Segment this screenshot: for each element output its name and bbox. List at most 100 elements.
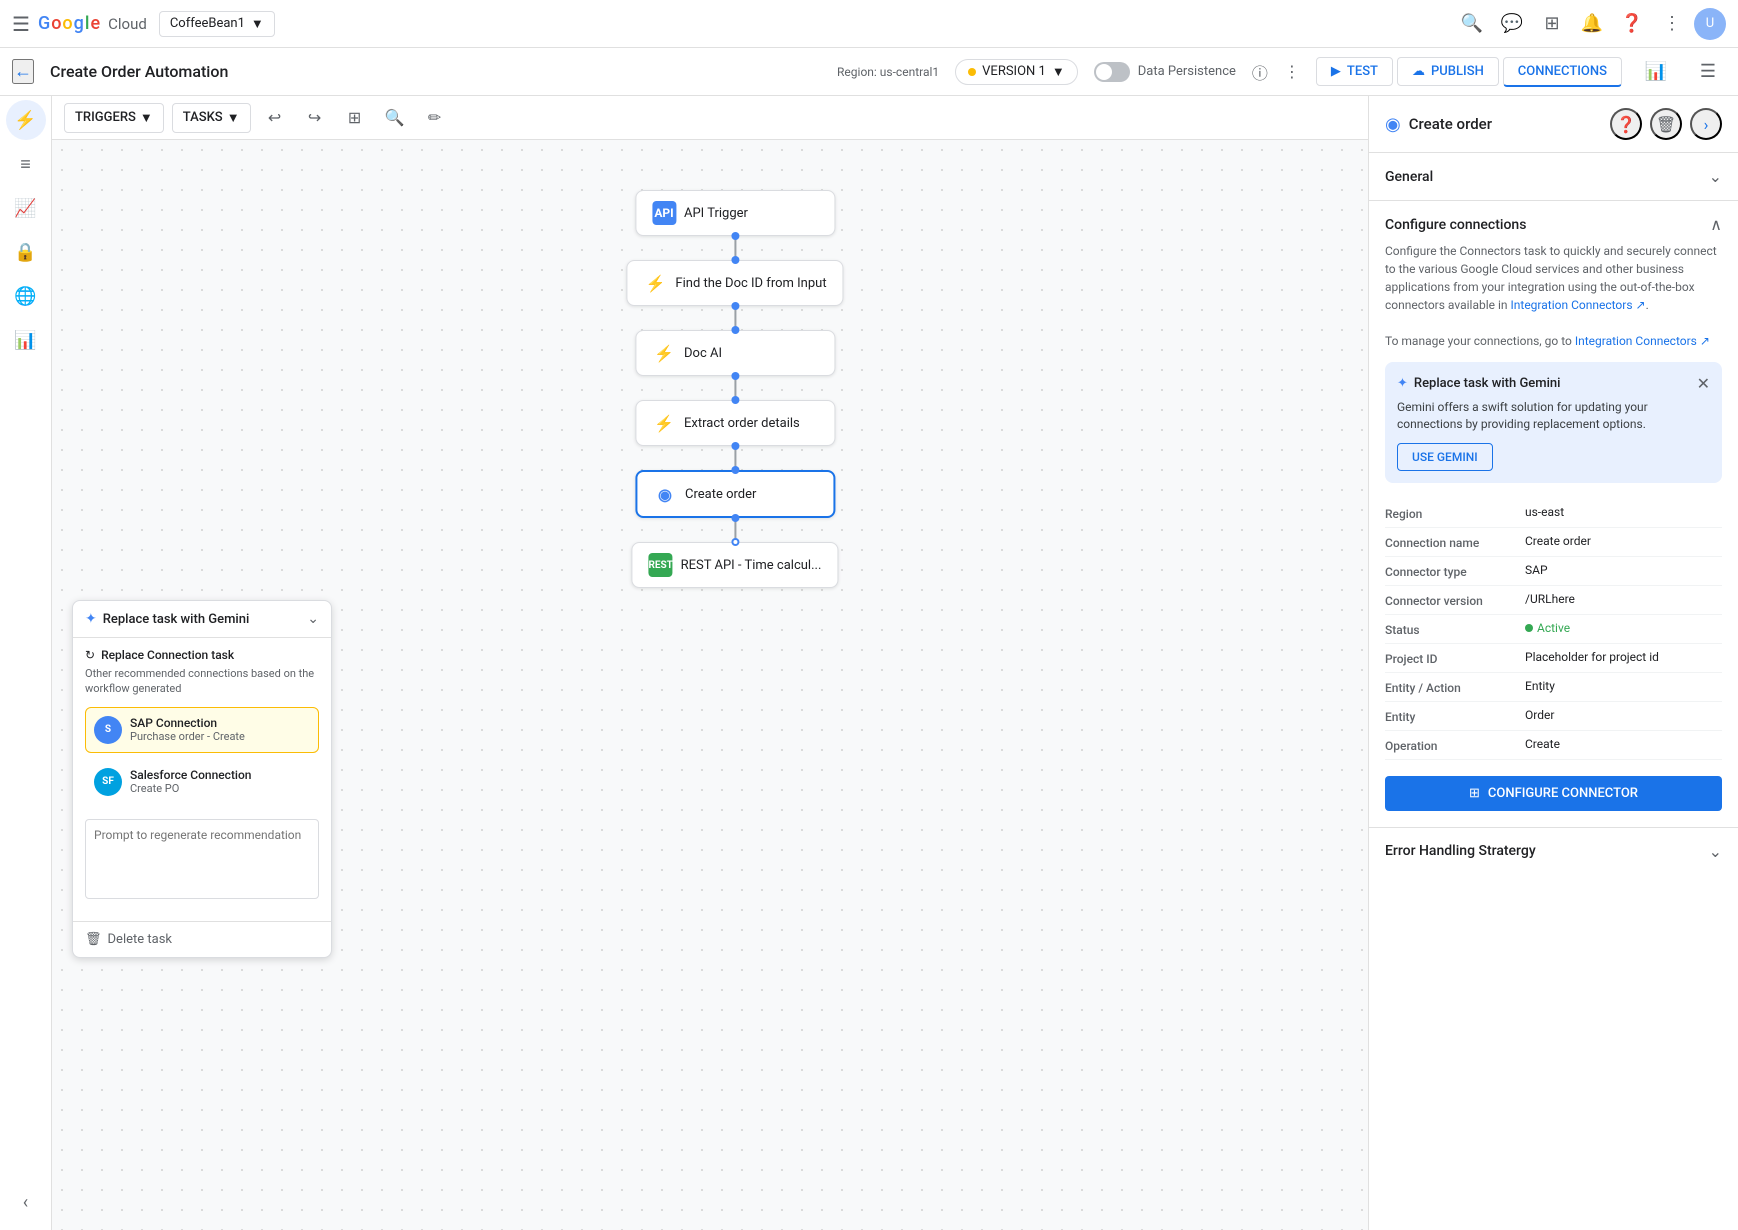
spark-icon-3: ⚡ (652, 411, 676, 435)
gemini-suggest-header: ✦ Replace task with Gemini ✕ (1397, 374, 1710, 393)
draw-button[interactable]: ✏ (419, 102, 451, 134)
sidebar-icon-analytics[interactable]: 📈 (6, 188, 46, 228)
rest-icon: REST (649, 553, 673, 577)
salesforce-icon: SF (94, 768, 122, 796)
sf-conn-name: Salesforce Connection (130, 768, 251, 782)
gemini-suggest-close-button[interactable]: ✕ (1697, 374, 1710, 393)
back-button[interactable]: ← (12, 59, 34, 84)
canvas: API API Trigger ⚡ Find the Doc ID from I… (52, 140, 1418, 1230)
info-icon[interactable]: ⓘ (1252, 60, 1268, 84)
node-extract-order[interactable]: ⚡ Extract order details (635, 400, 835, 446)
redo-button[interactable]: ↪ (299, 102, 331, 134)
field-value: SAP (1525, 563, 1722, 577)
sidebar-icon-variables[interactable]: 📊 (6, 320, 46, 360)
apps-button[interactable]: ⊞ (1534, 6, 1570, 42)
field-label: Status (1385, 621, 1525, 637)
test-button[interactable]: ▶ TEST (1316, 57, 1393, 86)
gemini-expand-icon[interactable]: ⌄ (307, 611, 319, 627)
connector-dot-3-top (731, 372, 739, 380)
panel-help-button[interactable]: ❓ (1610, 108, 1642, 140)
version-chevron: ▼ (1052, 64, 1065, 80)
more-options-button[interactable]: ⋮ (1654, 6, 1690, 42)
api-icon: API (652, 201, 676, 225)
panel-delete-button[interactable]: 🗑 (1650, 108, 1682, 140)
node-api-trigger[interactable]: API API Trigger (635, 190, 835, 236)
configure-chevron[interactable]: ∧ (1710, 215, 1722, 234)
field-label: Connection name (1385, 534, 1525, 550)
dropdown-icon: ▼ (251, 16, 264, 32)
sap-icon: S (94, 716, 122, 744)
triggers-button[interactable]: TRIGGERS ▼ (64, 103, 164, 133)
notifications-button[interactable]: 🔔 (1574, 6, 1610, 42)
toggle-switch[interactable] (1094, 62, 1130, 82)
node-find-doc[interactable]: ⚡ Find the Doc ID from Input (626, 260, 843, 306)
configure-section: Configure connections ∧ Configure the Co… (1369, 201, 1738, 827)
avatar[interactable]: U (1694, 8, 1726, 40)
general-section[interactable]: General ⌄ (1369, 153, 1738, 201)
sidebar-icon-list[interactable]: ≡ (6, 144, 46, 184)
spark-icon-1: ⚡ (643, 271, 667, 295)
gemini-suggest-icon: ✦ (1397, 376, 1408, 391)
version-label: VERSION 1 (982, 64, 1046, 79)
menu-icon[interactable]: ☰ (12, 12, 30, 36)
node-api-trigger-label: API Trigger (684, 206, 748, 221)
configure-connector-button[interactable]: ⊞ CONFIGURE CONNECTOR (1385, 776, 1722, 811)
field-row: Project IDPlaceholder for project id (1385, 644, 1722, 673)
connector-dot-top (731, 232, 739, 240)
panel-expand-button[interactable]: › (1690, 108, 1722, 140)
zoom-button[interactable]: 🔍 (379, 102, 411, 134)
sidebar-bottom: ‹ (6, 1182, 46, 1222)
connector-2 (734, 306, 736, 330)
help-button[interactable]: ❓ (1614, 6, 1650, 42)
topbar: ☰ Google Cloud CoffeeBean1 ▼ 🔍 💬 ⊞ 🔔 ❓ ⋮… (0, 0, 1738, 48)
node-doc-ai[interactable]: ⚡ Doc AI (635, 330, 835, 376)
tasks-button[interactable]: TASKS ▼ (172, 103, 251, 133)
prompt-textarea[interactable] (85, 819, 319, 899)
version-selector[interactable]: VERSION 1 ▼ (955, 59, 1078, 85)
field-value: Create order (1525, 534, 1722, 548)
list-button[interactable]: ☰ (1690, 54, 1726, 90)
project-selector[interactable]: CoffeeBean1 ▼ (159, 11, 275, 37)
right-panel: ◉ Create order ❓ 🗑 › General ⌄ Configure… (1368, 96, 1738, 1230)
layout-button[interactable]: ⊞ (339, 102, 371, 134)
google-logo: Google (38, 13, 100, 34)
feedback-button[interactable]: 💬 (1494, 6, 1530, 42)
salesforce-connection-option[interactable]: SF Salesforce Connection Create PO (85, 759, 319, 805)
workflow-container: API API Trigger ⚡ Find the Doc ID from I… (626, 190, 843, 588)
publish-icon: ☁ (1412, 64, 1425, 79)
sidebar-icon-security[interactable]: 🔒 (6, 232, 46, 272)
node-find-doc-label: Find the Doc ID from Input (675, 276, 826, 291)
delete-task-button[interactable]: 🗑 Delete task (73, 921, 331, 957)
error-section[interactable]: Error Handling Stratergy ⌄ (1369, 827, 1738, 875)
node-rest-api-label: REST API - Time calcul... (681, 558, 822, 573)
integration-connectors-link-2[interactable]: Integration Connectors ↗ (1575, 334, 1710, 348)
analytics-button[interactable]: 📊 (1638, 54, 1674, 90)
configure-section-title: Configure connections (1385, 217, 1526, 233)
node-rest-api[interactable]: REST REST API - Time calcul... (632, 542, 839, 588)
sidebar-icon-home[interactable]: ⚡ (6, 100, 46, 140)
sidebar-icon-expand[interactable]: ‹ (6, 1182, 46, 1222)
field-row: Connection nameCreate order (1385, 528, 1722, 557)
green-icon: ◉ (653, 482, 677, 506)
gemini-panel-header: ✦ Replace task with Gemini ⌄ (73, 601, 331, 638)
panel-gemini-icon: ◉ (1385, 114, 1401, 135)
undo-button[interactable]: ↩ (259, 102, 291, 134)
data-persistence-toggle: Data Persistence (1094, 62, 1236, 82)
sap-conn-info: SAP Connection Purchase order - Create (130, 716, 245, 743)
integration-connectors-link-1[interactable]: Integration Connectors ↗ (1511, 298, 1646, 312)
sap-connection-option[interactable]: S SAP Connection Purchase order - Create (85, 707, 319, 753)
connector-dot-4-top (731, 442, 739, 450)
app-logo: ☰ Google Cloud (12, 12, 147, 36)
node-create-order[interactable]: ◉ Create order (635, 470, 835, 518)
more-icon[interactable]: ⋮ (1284, 62, 1300, 81)
connector-dot-4-bottom (731, 466, 739, 474)
cloud-label: Cloud (108, 15, 147, 33)
use-gemini-button[interactable]: USE GEMINI (1397, 443, 1493, 471)
publish-button[interactable]: ☁ PUBLISH (1397, 57, 1499, 86)
field-row: EntityOrder (1385, 702, 1722, 731)
sidebar-icon-integrations[interactable]: 🌐 (6, 276, 46, 316)
panel-title: Create order (1409, 115, 1602, 133)
search-button[interactable]: 🔍 (1454, 6, 1490, 42)
version-dot (968, 68, 976, 76)
connections-button[interactable]: CONNECTIONS (1503, 57, 1622, 87)
